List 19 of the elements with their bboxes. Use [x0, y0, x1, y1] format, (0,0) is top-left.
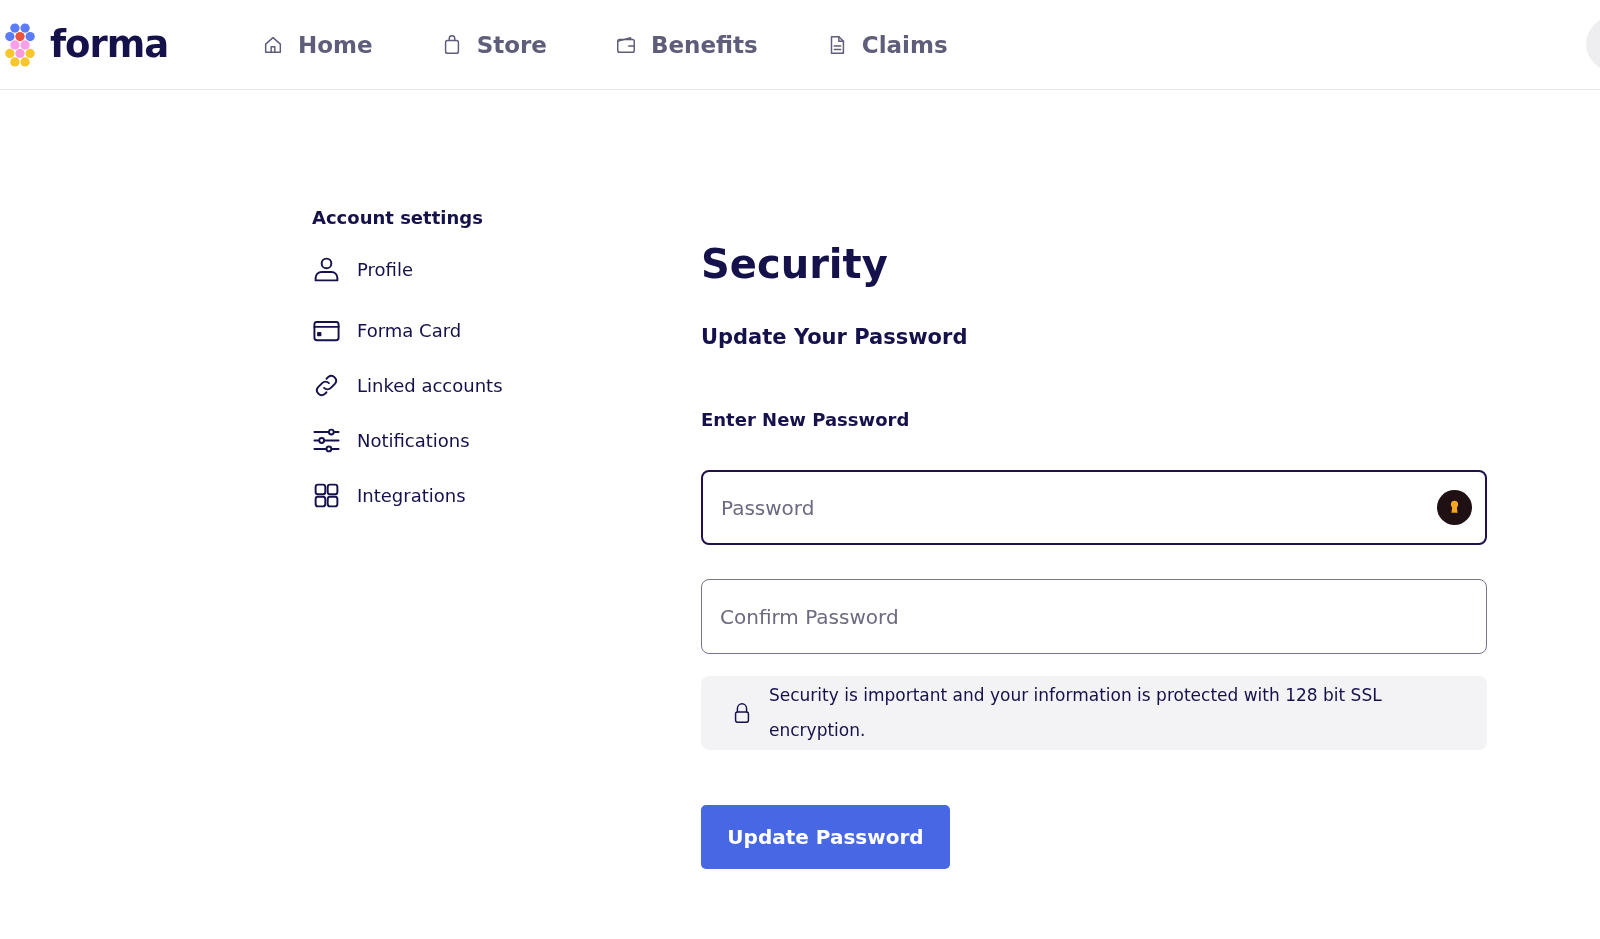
nav-link[interactable]: Claims	[825, 31, 948, 58]
update-password-button[interactable]: Update Password	[701, 805, 950, 869]
sidebar-item[interactable]: Linked accounts	[312, 367, 701, 403]
sidebar-item[interactable]: Profile	[312, 251, 701, 287]
sidebar-title: Account settings	[312, 207, 484, 228]
field-label: Enter New Password	[701, 409, 911, 430]
password-field[interactable]: Confirm Password	[701, 579, 1487, 654]
sidebar-item[interactable]: Forma Card	[312, 312, 701, 348]
sidebar-item[interactable]: Notifications	[312, 422, 701, 458]
nav-link[interactable]: Home	[262, 31, 373, 58]
page-title: Security	[701, 241, 889, 287]
nav-link[interactable]: Store	[440, 31, 547, 58]
notice-text: Security is important and your information is protected with 128 bit SSL encryption.	[769, 684, 1383, 742]
section-heading: Update Your Password	[701, 325, 969, 349]
sidebar-item[interactable]: Integrations	[312, 477, 701, 513]
nav-link[interactable]: Benefits	[614, 31, 758, 58]
logo-text[interactable]: forma	[50, 23, 169, 66]
keyhole-icon[interactable]	[1437, 490, 1472, 525]
password-field[interactable]: Password	[701, 470, 1487, 545]
